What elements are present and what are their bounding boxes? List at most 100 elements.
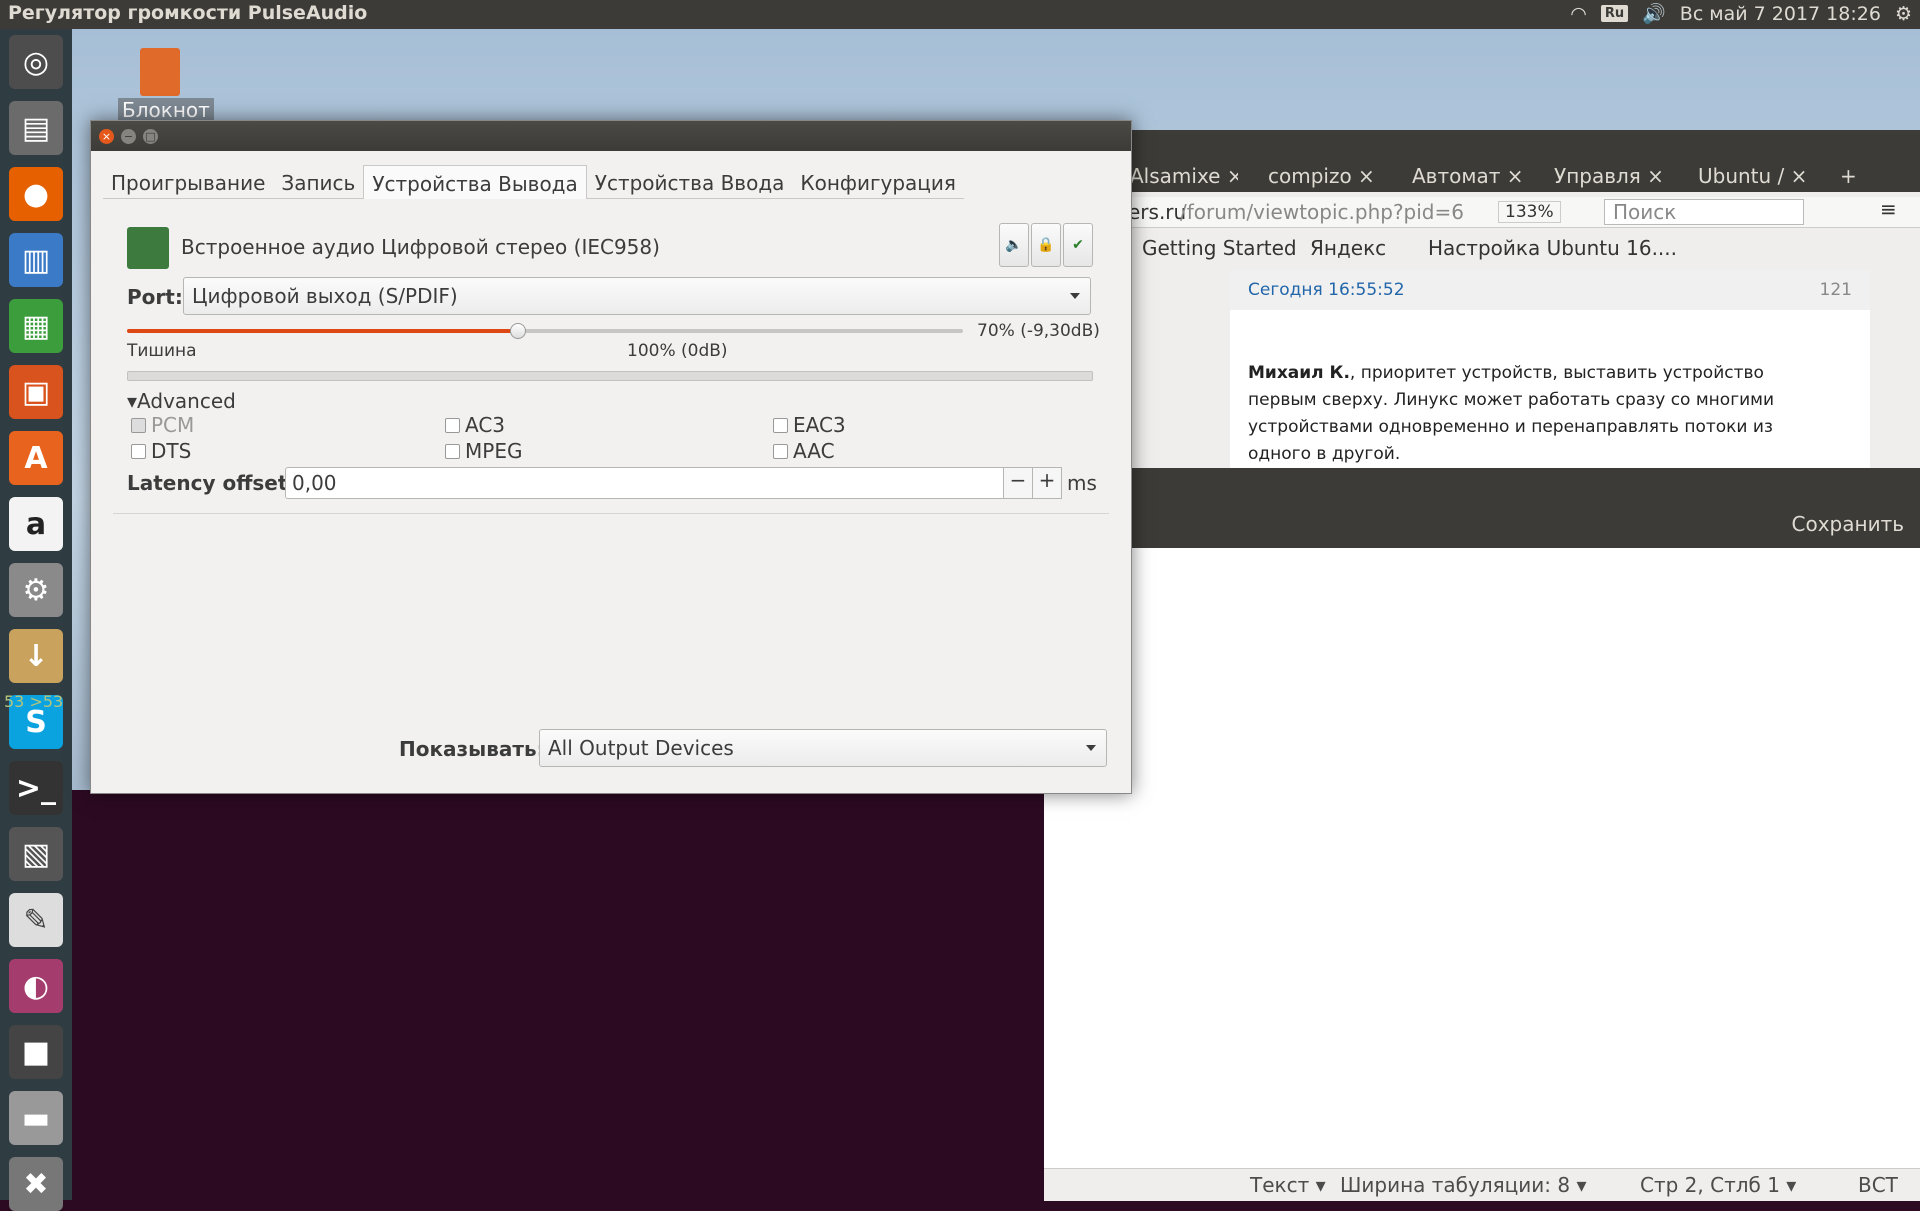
minimize-icon[interactable]: − [121, 129, 136, 144]
chevron-down-icon [1086, 745, 1096, 751]
search-field[interactable]: Поиск [1604, 199, 1804, 225]
software-center-icon[interactable]: A [9, 431, 63, 485]
latency-label: Latency offset: [127, 471, 296, 495]
separator [113, 513, 1109, 514]
show-devices-value: All Output Devices [548, 736, 734, 760]
tab-playback[interactable]: Проигрывание [103, 165, 274, 199]
ubuntu-dash-icon[interactable]: ◎ [9, 35, 63, 89]
browser-tab[interactable]: Автомат × [1412, 164, 1544, 192]
files-icon[interactable]: ▤ [9, 101, 63, 155]
menu-icon[interactable]: ≡ [1880, 197, 1897, 221]
volume-value: 70% (-9,30dB) [977, 321, 1100, 341]
bookmark-getting-started[interactable]: Getting Started [1142, 236, 1297, 260]
forum-post: Сегодня 16:55:52 121 Михаил К., приорите… [1230, 270, 1870, 470]
pavucontrol-window: × − □ Проигрывание Запись Устройства Выв… [90, 120, 1132, 794]
tab-bar: Проигрывание Запись Устройства Вывода Ус… [103, 165, 964, 199]
system-settings-icon[interactable]: ⚙ [9, 563, 63, 617]
text-editor-icon[interactable]: ✎ [9, 893, 63, 947]
maximize-icon[interactable]: □ [143, 129, 158, 144]
browser-tab[interactable]: Управля × [1554, 164, 1686, 192]
libreoffice-writer-icon[interactable]: ▥ [9, 233, 63, 287]
volume-slider-handle[interactable] [510, 323, 527, 339]
system-tray: ◠ Ru 🔊 Вс май 7 2017 18:26 ⚙ [1570, 2, 1912, 26]
level-meter [127, 371, 1093, 381]
floppy-icon[interactable]: ■ [9, 1025, 63, 1079]
url-path[interactable]: /forum/viewtopic.php?pid=6 [1180, 200, 1464, 224]
lock-channels-button[interactable]: 🔒 [1031, 223, 1061, 267]
drive-icon[interactable]: ▬ [9, 1091, 63, 1145]
video-editor-icon[interactable]: ▧ [9, 827, 63, 881]
terminal-fragment: 53 >53 [4, 692, 64, 711]
editor-text-area[interactable] [1044, 548, 1920, 1168]
browser-tab[interactable]: Alsamixe × [1130, 164, 1238, 192]
port-combo[interactable]: Цифровой выход (S/PDIF) [183, 277, 1091, 315]
trash-icon[interactable]: ✖ [9, 1157, 63, 1211]
ac3-label: AC3 [465, 413, 506, 437]
hundred-percent-label: 100% (0dB) [627, 341, 728, 361]
archive-manager-icon[interactable]: ↓ [9, 629, 63, 683]
save-button[interactable]: Сохранить [1792, 512, 1905, 536]
port-value: Цифровой выход (S/PDIF) [192, 284, 458, 308]
post-time[interactable]: Сегодня 16:55:52 [1248, 280, 1405, 300]
tab-configuration[interactable]: Конфигурация [792, 165, 964, 199]
bookmark-ubuntu-setup[interactable]: Настройка Ubuntu 16.... [1428, 236, 1677, 260]
post-author: Михаил К. [1248, 363, 1350, 383]
mute-toggle-button[interactable]: 🔈 [999, 223, 1029, 267]
latency-value: 0,00 [292, 471, 337, 495]
new-tab-button[interactable]: + [1840, 164, 1870, 192]
browser-tab[interactable]: Ubuntu / × [1698, 164, 1830, 192]
libreoffice-impress-icon[interactable]: ▣ [9, 365, 63, 419]
cursor-position[interactable]: Стр 2, Стлб 1 ▾ [1640, 1173, 1796, 1197]
terminal-icon[interactable]: >_ [9, 761, 63, 815]
url-host[interactable]: ers.ru [1128, 200, 1186, 224]
show-label: Показывать: [399, 737, 545, 761]
show-devices-combo[interactable]: All Output Devices [539, 729, 1107, 767]
latency-unit: ms [1067, 471, 1097, 495]
pcm-label: PCM [151, 413, 195, 437]
notepad-file-icon[interactable] [140, 48, 180, 96]
tab-output-devices[interactable]: Устройства Вывода [363, 165, 587, 199]
url-bar[interactable]: ers.ru /forum/viewtopic.php?pid=6 133% П… [1100, 197, 1920, 228]
advanced-expander[interactable]: ▾Advanced [127, 389, 236, 413]
terminal-window [72, 790, 1044, 1200]
launcher: ◎ ▤ ● ▥ ▦ ▣ A a ⚙ ↓ S >_ ▧ ✎ ◐ ■ ▬ ✖ [0, 29, 72, 1211]
latency-input[interactable]: 0,00 [285, 467, 1011, 499]
volume-slider-track[interactable] [127, 323, 963, 339]
bookmark-yandex[interactable]: Яндекс [1310, 236, 1386, 260]
aac-checkbox[interactable] [773, 444, 788, 459]
mpeg-checkbox[interactable] [445, 444, 460, 459]
amazon-icon[interactable]: a [9, 497, 63, 551]
editor-status-bar: Текст ▾ Ширина табуляции: 8 ▾ Стр 2, Стл… [1044, 1168, 1920, 1201]
window-titlebar[interactable]: × − □ [91, 121, 1131, 151]
chevron-down-icon [1070, 293, 1080, 299]
tab-width-selector[interactable]: Ширина табуляции: 8 ▾ [1340, 1173, 1587, 1197]
wifi-icon[interactable]: ◠ [1570, 3, 1587, 25]
dts-label: DTS [151, 439, 192, 463]
eac3-checkbox[interactable] [773, 418, 788, 433]
close-icon[interactable]: × [99, 129, 114, 144]
audio-app-icon[interactable]: ◐ [9, 959, 63, 1013]
desktop-icon-label[interactable]: Блокнот [118, 98, 214, 122]
tab-recording[interactable]: Запись [273, 165, 364, 199]
keyboard-layout-indicator[interactable]: Ru [1600, 5, 1629, 22]
top-panel: Регулятор громкости PulseAudio ◠ Ru 🔊 Вс… [0, 0, 1920, 29]
volume-icon[interactable]: 🔊 [1642, 2, 1666, 25]
latency-decrement-button[interactable]: − [1003, 467, 1033, 499]
latency-increment-button[interactable]: + [1032, 467, 1062, 499]
libreoffice-calc-icon[interactable]: ▦ [9, 299, 63, 353]
gear-icon[interactable]: ⚙ [1895, 3, 1912, 25]
firefox-icon[interactable]: ● [9, 167, 63, 221]
post-text: Михаил К., приоритет устройств, выставит… [1248, 363, 1775, 464]
dts-checkbox[interactable] [131, 444, 146, 459]
clock[interactable]: Вс май 7 2017 18:26 [1680, 3, 1881, 25]
language-selector[interactable]: Текст ▾ [1250, 1173, 1326, 1197]
browser-tab[interactable]: compizo × [1268, 164, 1400, 192]
window-title: Регулятор громкости PulseAudio [8, 2, 368, 24]
port-label: Port: [127, 285, 183, 309]
pcm-checkbox[interactable] [131, 418, 146, 433]
set-default-button[interactable]: ✔ [1063, 223, 1093, 267]
zoom-indicator[interactable]: 133% [1498, 201, 1561, 223]
ac3-checkbox[interactable] [445, 418, 460, 433]
tab-input-devices[interactable]: Устройства Ввода [586, 165, 793, 199]
eac3-label: EAC3 [793, 413, 846, 437]
